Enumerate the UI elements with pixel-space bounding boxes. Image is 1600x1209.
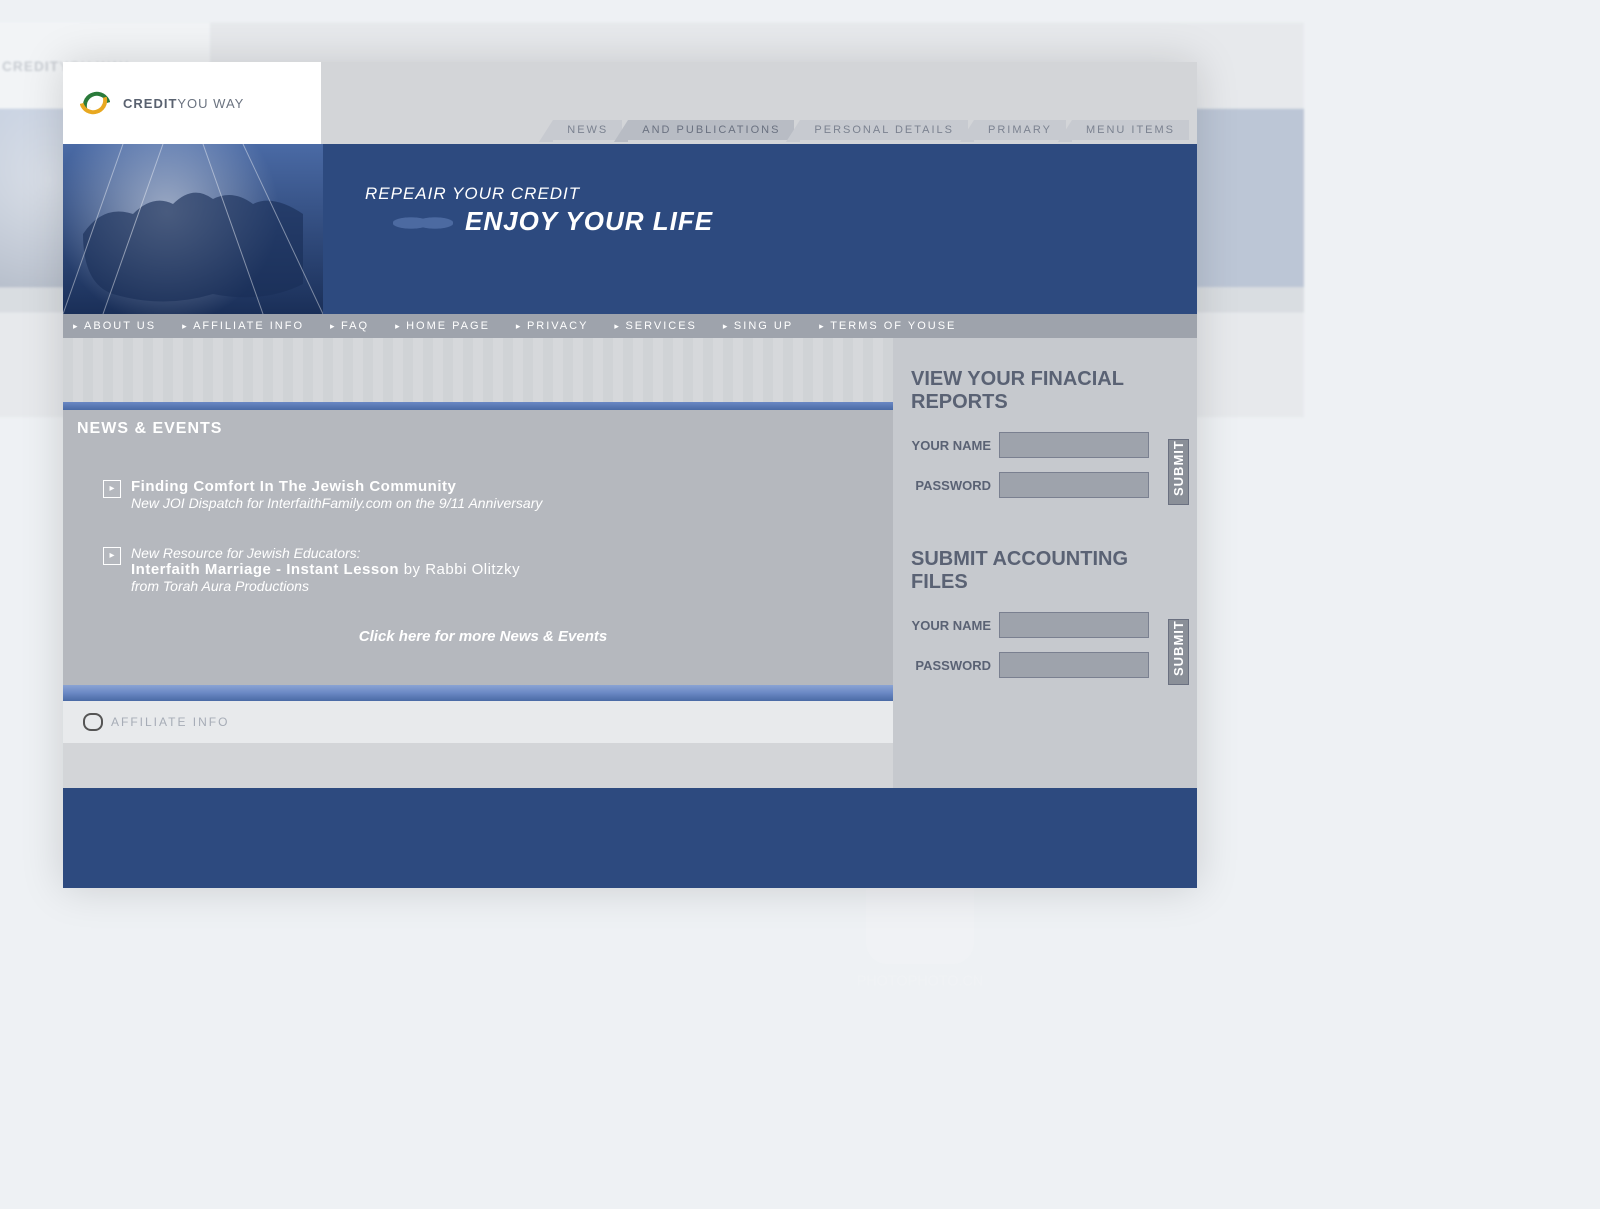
divider-stripe xyxy=(63,693,893,701)
tab-menu-items[interactable]: MENU ITEMS xyxy=(1072,120,1189,140)
name-label: YOUR NAME xyxy=(911,618,991,633)
hero-banner: REPEAIR YOUR CREDIT ENJOY YOUR LIFE xyxy=(63,144,1197,314)
accounting-submit-button[interactable]: SUBMIT xyxy=(1168,619,1189,685)
site-frame: CREDITYOU WAY NEWS AND PUBLICATIONS PERS… xyxy=(63,62,1197,888)
mini-logo-icon xyxy=(83,713,101,731)
reports-name-input[interactable] xyxy=(999,432,1149,458)
nav-home-page[interactable]: HOME PAGE xyxy=(395,320,490,332)
nav-privacy[interactable]: PRIVACY xyxy=(516,320,589,332)
news-item-line: from Torah Aura Productions xyxy=(131,578,863,594)
content-row: NEWS & EVENTS Finding Comfort In The Jew… xyxy=(63,338,1197,788)
hero-world-image xyxy=(63,144,323,314)
nav-services[interactable]: SERVICES xyxy=(614,320,696,332)
world-map-icon xyxy=(63,144,323,314)
nav-about-us[interactable]: ABOUT US xyxy=(73,320,156,332)
sidebar-heading-accounting: SUBMIT ACCOUNTING FILES xyxy=(911,548,1189,594)
tab-personal-details[interactable]: PERSONAL DETAILS xyxy=(800,120,968,140)
password-label: PASSWORD xyxy=(911,478,991,493)
affiliate-info-bar[interactable]: AFFILIATE INFO xyxy=(63,701,893,743)
news-item-line: New Resource for Jewish Educators: xyxy=(131,545,863,561)
tab-primary[interactable]: PRIMARY xyxy=(974,120,1066,140)
name-label: YOUR NAME xyxy=(911,438,991,453)
logo-text: CREDITYOU WAY xyxy=(123,96,244,111)
hero-subtitle: REPEAIR YOUR CREDIT xyxy=(365,184,1197,204)
footer xyxy=(63,788,1197,888)
news-item-title: Finding Comfort In The Jewish Community xyxy=(131,478,863,495)
divider-stripe xyxy=(63,402,893,410)
tab-publications[interactable]: AND PUBLICATIONS xyxy=(628,120,794,140)
logo[interactable]: CREDITYOU WAY xyxy=(63,62,323,144)
news-item-line: New JOI Dispatch for InterfaithFamily.co… xyxy=(131,495,863,511)
main-nav: ABOUT US AFFILIATE INFO FAQ HOME PAGE PR… xyxy=(63,314,1197,338)
reports-form: YOUR NAME PASSWORD SUBMIT xyxy=(911,432,1189,512)
news-item[interactable]: Finding Comfort In The Jewish Community … xyxy=(103,478,863,511)
accounting-name-input[interactable] xyxy=(999,612,1149,638)
tab-news[interactable]: NEWS xyxy=(553,120,622,140)
affiliate-label: AFFILIATE INFO xyxy=(111,715,229,729)
password-label: PASSWORD xyxy=(911,658,991,673)
nav-sign-up[interactable]: SING UP xyxy=(723,320,793,332)
news-more-link[interactable]: Click here for more News & Events xyxy=(103,628,863,645)
accounting-password-input[interactable] xyxy=(999,652,1149,678)
hero-text: REPEAIR YOUR CREDIT ENJOY YOUR LIFE xyxy=(323,144,1197,314)
nav-terms[interactable]: TERMS OF YOUSE xyxy=(819,320,956,332)
logo-icon xyxy=(81,88,111,118)
sidebar: VIEW YOUR FINACIAL REPORTS YOUR NAME PAS… xyxy=(893,338,1197,788)
decorative-pattern xyxy=(63,338,893,402)
divider-stripe xyxy=(63,685,893,693)
top-tabs: NEWS AND PUBLICATIONS PERSONAL DETAILS P… xyxy=(323,62,1197,144)
nav-affiliate-info[interactable]: AFFILIATE INFO xyxy=(182,320,304,332)
accounting-form: YOUR NAME PASSWORD SUBMIT xyxy=(911,612,1189,692)
reports-password-input[interactable] xyxy=(999,472,1149,498)
news-heading: NEWS & EVENTS xyxy=(63,410,893,448)
sidebar-heading-reports: VIEW YOUR FINACIAL REPORTS xyxy=(911,368,1189,414)
top-bar: CREDITYOU WAY NEWS AND PUBLICATIONS PERS… xyxy=(63,62,1197,144)
reports-submit-button[interactable]: SUBMIT xyxy=(1168,439,1189,505)
news-item[interactable]: New Resource for Jewish Educators: Inter… xyxy=(103,545,863,594)
news-item-title: Interfaith Marriage - Instant Lesson by … xyxy=(131,561,863,578)
news-body: Finding Comfort In The Jewish Community … xyxy=(63,448,893,685)
hero-title: ENJOY YOUR LIFE xyxy=(365,206,1197,237)
nav-faq[interactable]: FAQ xyxy=(330,320,369,332)
main-column: NEWS & EVENTS Finding Comfort In The Jew… xyxy=(63,338,893,788)
